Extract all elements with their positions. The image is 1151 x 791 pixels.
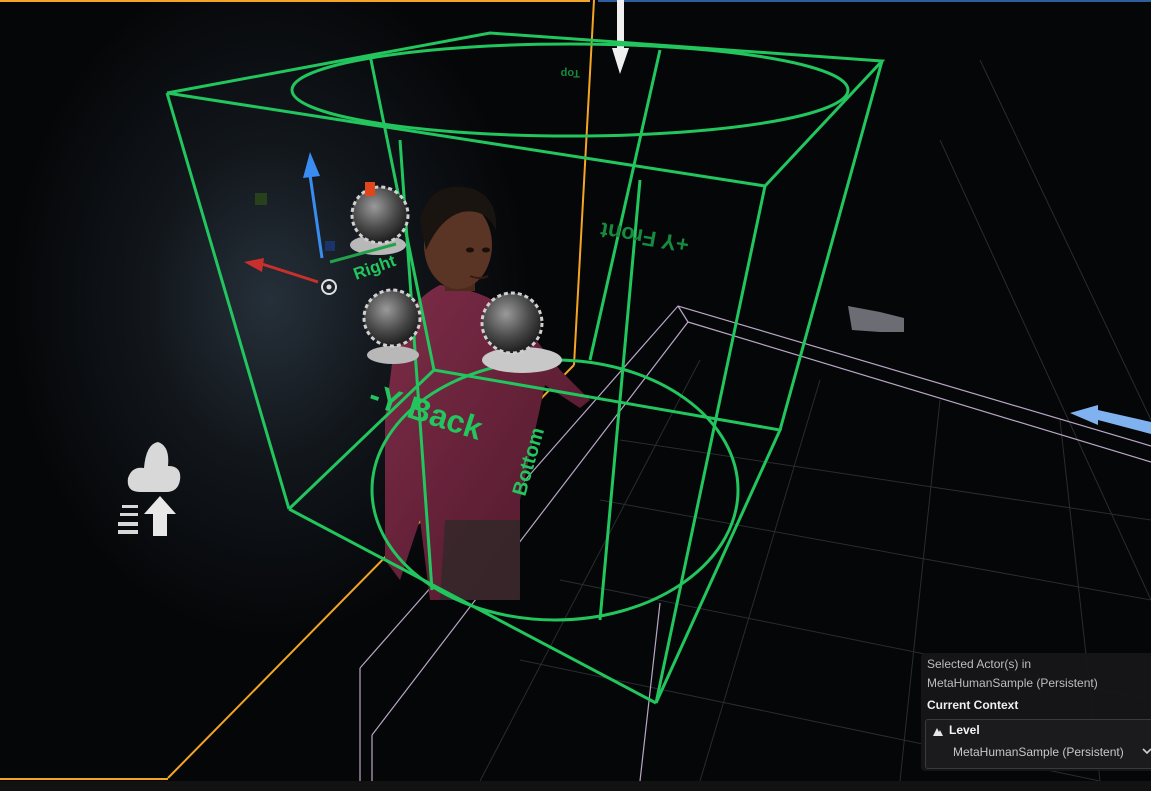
white-direction-arrow	[612, 0, 629, 74]
selected-actors-heading: Selected Actor(s) in	[927, 657, 1032, 671]
sphere-reflection-gizmo-3[interactable]	[480, 291, 562, 373]
camera-icon	[848, 306, 904, 332]
selected-actors-world: MetaHumanSample (Persistent)	[927, 676, 1098, 690]
viewport-bottom-bar	[0, 781, 1151, 791]
level-viewport[interactable]: -Y Back +Y Front Bottom Right Top Select…	[0, 0, 1151, 791]
level-icon	[933, 728, 943, 736]
face-label-front: +Y Front	[598, 217, 691, 257]
face-label-top: Top	[560, 67, 580, 79]
current-context-title: Current Context	[927, 698, 1019, 712]
context-panel: Selected Actor(s) in MetaHumanSample (Pe…	[921, 653, 1151, 771]
chevron-down-icon[interactable]	[1142, 746, 1151, 756]
sky-atmosphere-icon[interactable]	[118, 442, 181, 536]
blue-direction-arrow	[1070, 405, 1151, 434]
sphere-reflection-gizmo-2[interactable]	[362, 288, 422, 364]
level-label: Level	[949, 723, 980, 737]
level-dropdown-value[interactable]: MetaHumanSample (Persistent)	[953, 745, 1124, 759]
level-selector[interactable]: Level MetaHumanSample (Persistent)	[925, 719, 1151, 769]
